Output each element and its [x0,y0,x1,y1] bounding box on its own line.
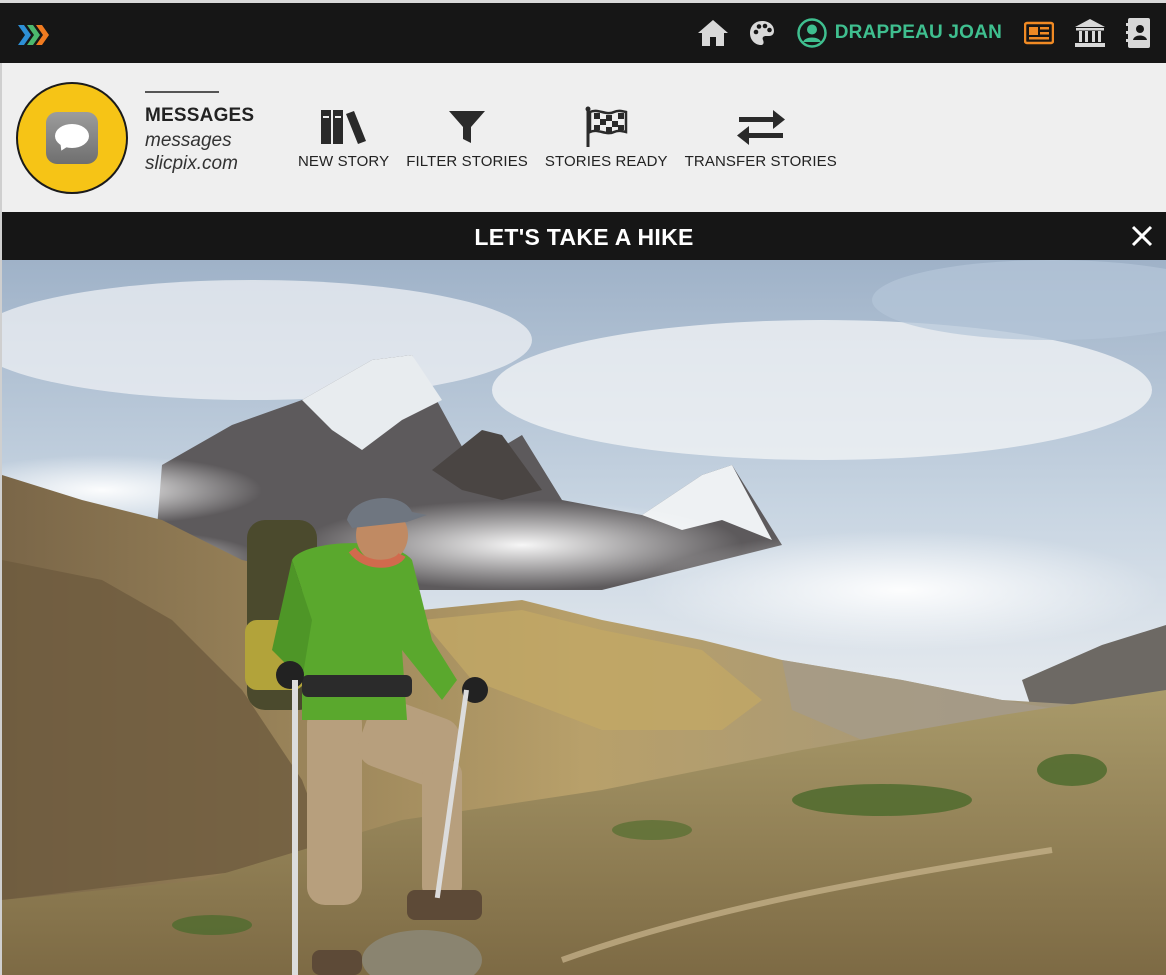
user-name: DRAPPEAU JOAN [834,22,1002,43]
transfer-stories-button[interactable]: TRANSFER STORIES [685,105,837,170]
story-image [2,260,1166,975]
stories-ready-label: STORIES READY [544,153,668,170]
user-circle-icon [796,18,827,48]
close-icon[interactable] [1130,224,1154,248]
palette-icon[interactable] [749,3,775,63]
divider [145,91,219,93]
new-story-label: NEW STORY [298,153,390,170]
transfer-stories-label: TRANSFER STORIES [684,153,837,170]
stories-ready-button[interactable]: STORIES READY [545,105,668,170]
account-info: MESSAGES messages slicpix.com [145,91,254,175]
new-story-button[interactable]: NEW STORY [298,105,389,170]
app-logo-icon[interactable] [18,21,54,49]
messages-app-icon [46,112,98,164]
books-icon [320,110,366,144]
checkered-flag-icon [585,106,628,147]
news-icon[interactable] [1024,3,1054,63]
story-title-bar: LET'S TAKE A HIKE [2,212,1166,260]
home-icon[interactable] [697,3,729,63]
account-handle: messages [145,130,232,151]
account-domain: slicpix.com [145,153,238,174]
transfer-arrows-icon [736,110,785,145]
bank-icon[interactable] [1074,3,1106,63]
account-title: MESSAGES [145,105,255,126]
filter-icon [449,111,486,143]
story-toolbar: MESSAGES messages slicpix.com NEW STORY … [2,63,1166,212]
top-bar: DRAPPEAU JOAN [0,0,1166,63]
filter-stories-label: FILTER STORIES [406,153,528,170]
user-menu[interactable]: DRAPPEAU JOAN [796,18,1002,48]
account-avatar[interactable] [16,82,128,194]
filter-stories-button[interactable]: FILTER STORIES [406,105,528,170]
contacts-icon[interactable] [1126,3,1152,63]
story-actions: NEW STORY FILTER STORIES STORIES READY T… [298,105,854,170]
story-title: LET'S TAKE A HIKE [474,224,694,250]
